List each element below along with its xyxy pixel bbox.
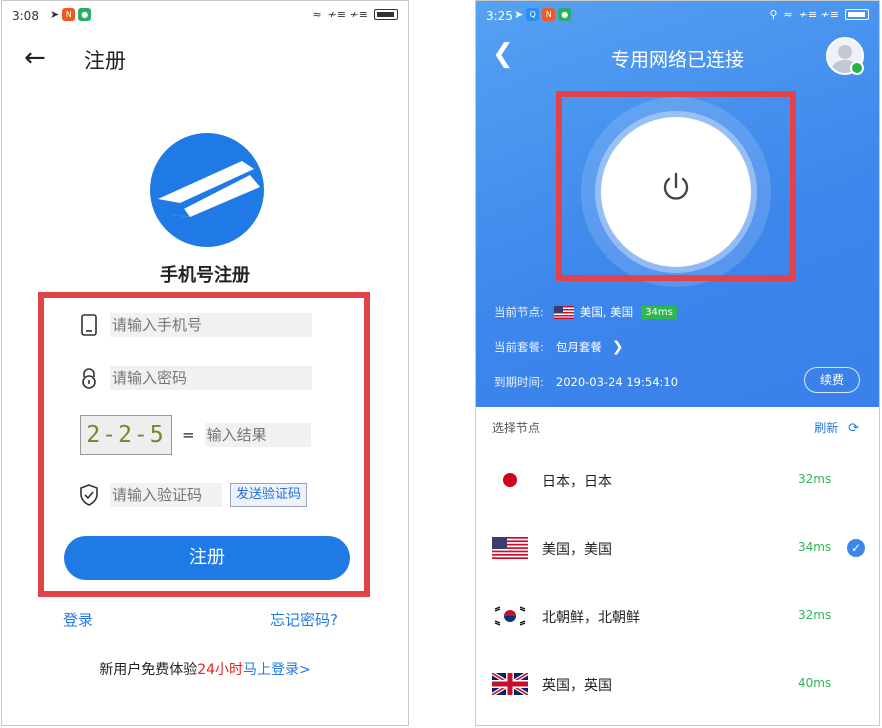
current-node-row: 当前节点: 美国, 美国 34ms [494,304,677,320]
send-icon: ➤ [50,8,60,21]
expire-value: 2020-03-24 19:54:10 [555,375,679,389]
wifi-icon: ≈ [312,8,322,21]
us-flag-icon [553,305,574,319]
wechat-icon: ● [558,8,572,21]
page-title: 注册 [84,49,126,73]
battery-icon [845,9,869,20]
select-node-label: 选择节点 [492,421,541,435]
refresh-icon: ⟳ [848,421,859,436]
current-node-value: 美国, 美国 [579,305,634,319]
shield-check-icon [76,482,102,508]
node-item-usa[interactable]: 美国，美国 34ms ✓ [476,513,879,581]
node-ping: 40ms [798,676,832,690]
phone-row [76,312,312,338]
node-item-uk[interactable]: 英国，英国 40ms [476,649,879,717]
wifi-icon: ≈ [783,8,793,21]
promo-prefix: 新用户免费体验 [99,662,198,678]
node-name: 日本，日本 [542,474,612,490]
back-arrow-icon[interactable]: ← [24,43,46,73]
notification-icons: ➤ Q N ● [514,8,572,21]
refresh-label: 刷新 [814,421,839,435]
signal-icon: ≁≡ ≁≡ [798,8,839,21]
verification-row: 发送验证码 [76,482,308,508]
node-name: 美国，美国 [542,542,612,558]
current-node-label: 当前节点: [494,305,544,319]
password-row [76,365,312,391]
battery-icon [374,9,398,20]
status-bar: 3:25 ➤ Q N ● ⚲ ≈ ≁≡ ≁≡ [476,1,879,31]
captcha-row: 2-2-5 = [80,415,311,455]
us-flag-icon [492,537,528,559]
captcha-result-input[interactable] [204,423,311,447]
expire-label: 到期时间: [494,375,544,389]
signal-icon: ≁≡ ≁≡ [327,8,368,21]
page-title: 专用网络已连接 [610,49,744,71]
node-ping: 34ms [798,540,832,554]
equals-sign: = [182,426,195,444]
lock-badge-icon [850,61,864,75]
selected-check-icon: ✓ [847,539,865,557]
register-subtitle: 手机号注册 [160,265,250,286]
captcha-image[interactable]: 2-2-5 [80,415,172,455]
node-ping: 32ms [798,472,832,486]
current-plan-value: 包月套餐 [555,340,602,354]
search-app-icon: Q [526,8,540,21]
current-plan-row[interactable]: 当前套餐: 包月套餐 ❯ [494,339,624,355]
promo-text: 新用户免费体验24小时马上登录> [2,659,408,679]
connection-header: 3:25 ➤ Q N ● ⚲ ≈ ≁≡ ≁≡ ❮ 专用网络已连接 当前节点: 美… [476,1,879,407]
lock-icon [76,365,102,391]
forgot-password-link[interactable]: 忘记密码? [270,609,338,630]
wechat-icon: ● [78,8,92,21]
node-name: 北朝鲜，北朝鲜 [542,610,640,626]
login-link[interactable]: 登录 [63,609,93,630]
node-name: 英国，英国 [542,678,612,694]
current-node-ping: 34ms [641,305,677,319]
phone-icon [76,312,102,338]
system-icons: ⚲ ≈ ≁≡ ≁≡ [769,8,869,21]
verification-code-input[interactable] [110,483,222,507]
send-code-button[interactable]: 发送验证码 [230,483,308,507]
status-time: 3:08 [12,9,39,23]
password-input[interactable] [110,366,312,390]
uk-flag-icon [492,673,528,695]
vpn-connected-screen: 3:25 ➤ Q N ● ⚲ ≈ ≁≡ ≁≡ ❮ 专用网络已连接 当前节点: 美… [475,0,880,726]
phone-input[interactable] [110,313,312,337]
promo-highlight: 24小时 [197,662,244,678]
notification-icons: ➤ N ● [50,8,92,21]
register-button[interactable]: 注册 [64,536,350,580]
expire-row: 到期时间: 2020-03-24 19:54:10 [494,374,678,390]
register-screen: 3:08 ➤ N ● ≈ ≁≡ ≁≡ ← 注册 手机号注册 请输入手机号 2-2… [1,0,409,726]
jp-flag-icon [492,469,528,491]
kr-flag-icon [492,605,528,627]
current-plan-label: 当前套餐: [494,340,544,354]
refresh-button[interactable]: 刷新 ⟳ [814,419,859,436]
app-notification-icon: N [542,8,556,21]
send-icon: ➤ [514,8,524,21]
power-icon [663,172,689,200]
vpn-key-icon: ⚲ [769,8,778,21]
chevron-right-icon: ❯ [611,339,624,355]
renew-button[interactable]: 续费 [804,367,860,393]
power-button[interactable] [601,117,751,267]
node-ping: 32ms [798,608,832,622]
system-icons: ≈ ≁≡ ≁≡ [312,8,398,21]
node-item-north-korea[interactable]: 北朝鲜，北朝鲜 32ms [476,581,879,649]
app-notification-icon: N [62,8,76,21]
node-list-header: 选择节点 刷新 ⟳ [492,419,865,436]
node-item-japan[interactable]: 日本，日本 32ms [476,445,879,513]
app-logo [150,133,264,247]
promo-login-link[interactable]: 马上登录> [243,662,311,678]
status-bar: 3:08 ➤ N ● ≈ ≁≡ ≁≡ [2,1,408,31]
status-time: 3:25 [486,9,513,23]
